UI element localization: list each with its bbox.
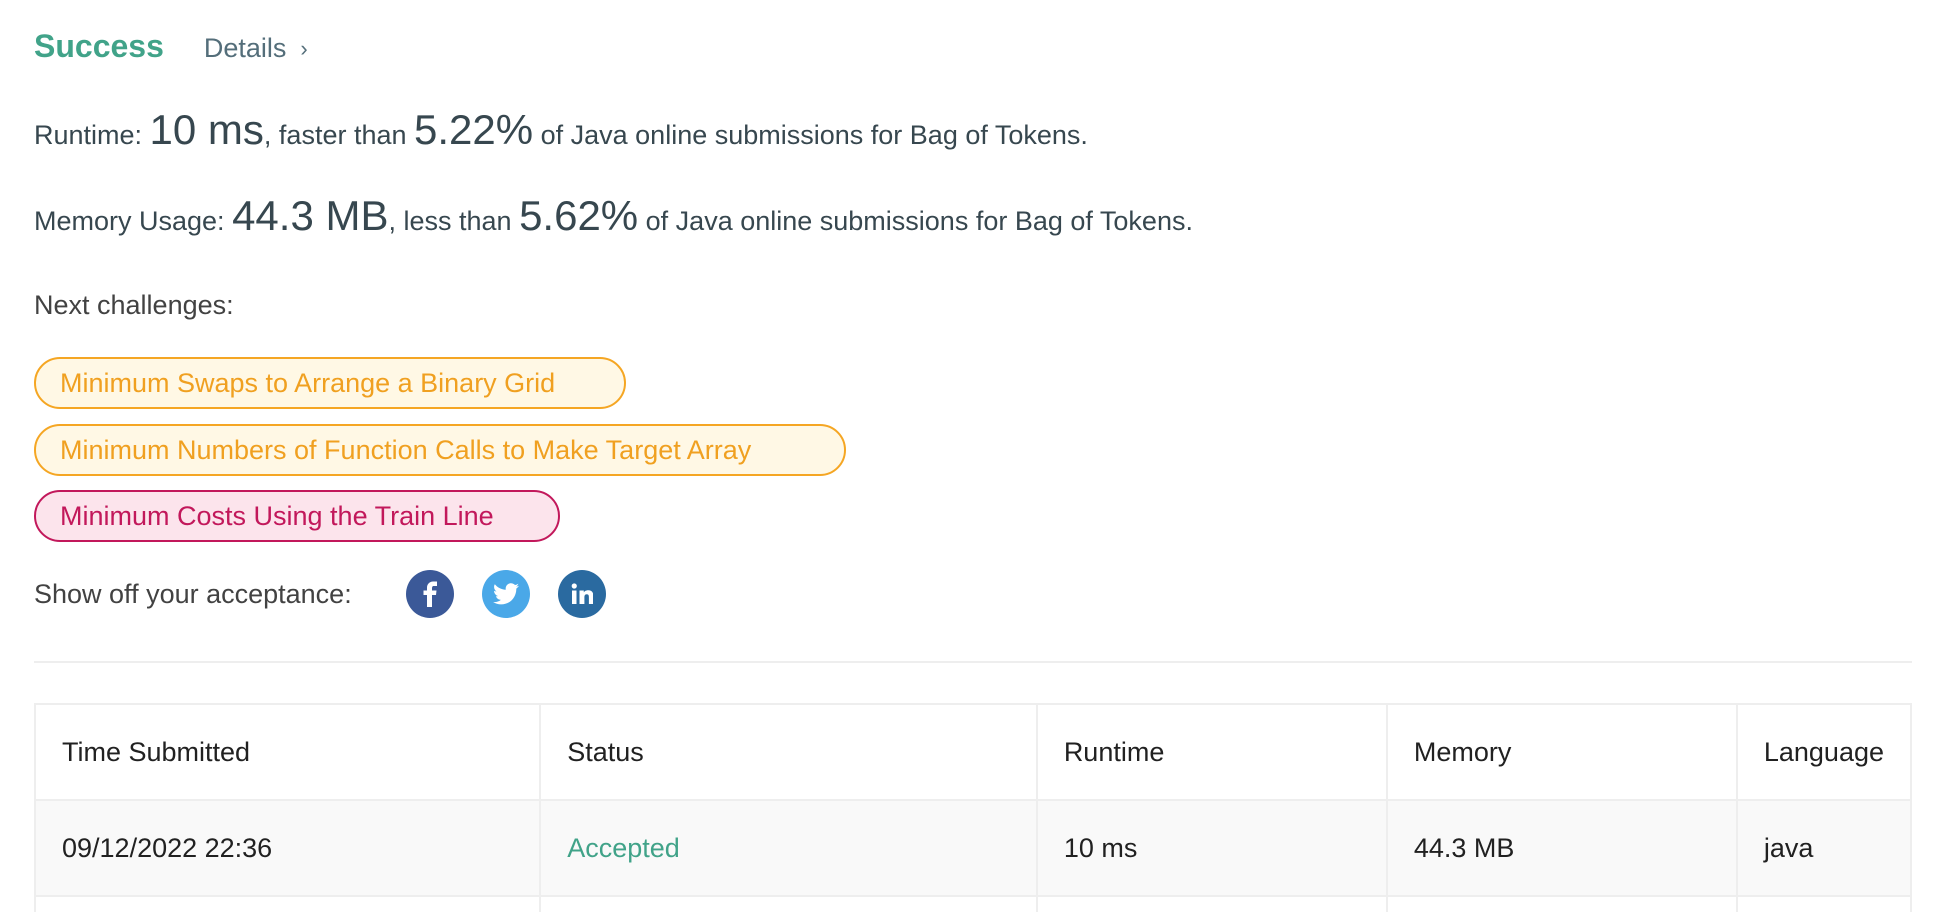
challenge-pill-medium[interactable]: Minimum Numbers of Function Calls to Mak…	[34, 424, 846, 476]
runtime-label: Runtime:	[34, 120, 150, 150]
challenge-title: Minimum Numbers of Function Calls to Mak…	[60, 434, 752, 465]
runtime-middle: , faster than	[263, 120, 415, 150]
table-row-partial	[33, 895, 1913, 912]
accepted-status-link[interactable]: Accepted	[567, 833, 680, 863]
cell-memory: 44.3 MB	[1385, 799, 1738, 897]
next-challenges-label: Next challenges:	[34, 290, 234, 320]
runtime-percent: 5.22%	[414, 106, 534, 153]
cell-runtime: 10 ms	[1035, 799, 1388, 897]
share-row: Show off your acceptance:	[34, 570, 634, 618]
share-label: Show off your acceptance:	[34, 578, 352, 609]
runtime-value: 10 ms	[149, 106, 264, 153]
column-header-runtime[interactable]: Runtime	[1035, 703, 1388, 801]
memory-middle: , less than	[388, 206, 520, 236]
memory-stat: Memory Usage: 44.3 MB, less than 5.62% o…	[34, 192, 1193, 240]
runtime-stat: Runtime: 10 ms, faster than 5.22% of Jav…	[34, 106, 1088, 154]
runtime-suffix: of Java online submissions for Bag of To…	[533, 120, 1088, 150]
linkedin-icon	[571, 583, 593, 604]
challenge-pill-hard[interactable]: Minimum Costs Using the Train Line	[34, 490, 560, 542]
cell-status: Accepted	[539, 799, 1038, 897]
column-header-time-submitted[interactable]: Time Submitted	[33, 703, 542, 801]
table-header-row: Time Submitted Status Runtime Memory Lan…	[33, 703, 1913, 801]
memory-suffix: of Java online submissions for Bag of To…	[638, 206, 1193, 236]
linkedin-share-button[interactable]	[557, 570, 606, 618]
facebook-share-button[interactable]	[405, 570, 454, 618]
challenge-title: Minimum Swaps to Arrange a Binary Grid	[60, 367, 556, 398]
twitter-share-button[interactable]	[481, 570, 530, 618]
submission-result-page: Success Details › Runtime: 10 ms, faster…	[0, 0, 1944, 912]
section-divider	[34, 661, 1912, 663]
cell-language: java	[1735, 799, 1913, 897]
twitter-icon	[492, 583, 519, 605]
result-header: Success Details ›	[34, 28, 308, 65]
details-label: Details	[203, 33, 287, 63]
column-header-language[interactable]: Language	[1735, 703, 1913, 801]
memory-label: Memory Usage:	[34, 206, 233, 236]
memory-percent: 5.62%	[519, 192, 639, 239]
chevron-right-icon: ›	[300, 35, 308, 61]
table-row: 09/12/2022 22:36 Accepted 10 ms 44.3 MB …	[33, 799, 1913, 897]
submissions-table: Time Submitted Status Runtime Memory Lan…	[33, 703, 1913, 912]
column-header-memory[interactable]: Memory	[1385, 703, 1738, 801]
cell-time-submitted: 09/12/2022 22:36	[33, 799, 542, 897]
challenge-pill-medium[interactable]: Minimum Swaps to Arrange a Binary Grid	[34, 357, 626, 409]
memory-value: 44.3 MB	[232, 192, 389, 239]
facebook-icon	[423, 581, 437, 607]
challenge-title: Minimum Costs Using the Train Line	[60, 500, 494, 531]
column-header-status[interactable]: Status	[539, 703, 1038, 801]
success-status: Success	[34, 28, 164, 64]
details-link[interactable]: Details ›	[204, 33, 308, 64]
